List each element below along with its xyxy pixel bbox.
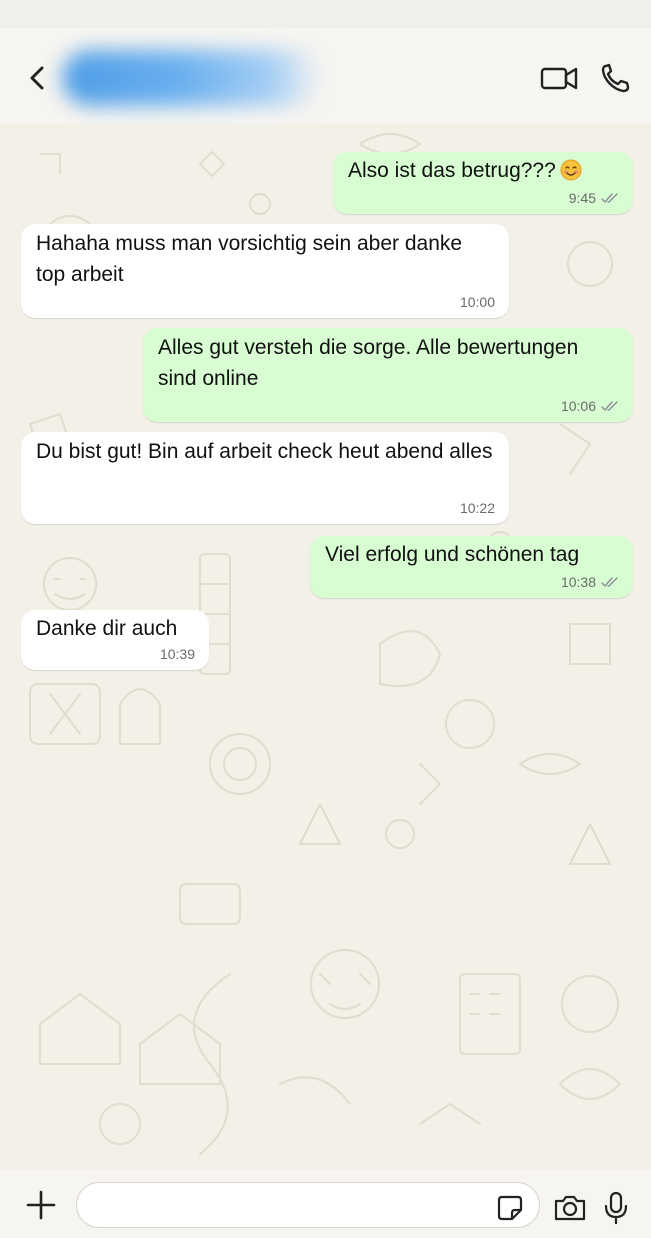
message-time: 10:22 bbox=[459, 500, 495, 516]
video-camera-icon[interactable] bbox=[539, 60, 579, 96]
message-text: Alles gut versteh die sorge. Alle bewert… bbox=[158, 336, 579, 390]
message-text: Also ist das betrug??? bbox=[348, 159, 556, 182]
status-bar-strip bbox=[0, 0, 651, 28]
phone-icon[interactable] bbox=[598, 60, 638, 96]
message-time: 10:39 bbox=[159, 646, 195, 662]
message-input[interactable] bbox=[97, 1191, 481, 1221]
contact-name-blurred[interactable] bbox=[62, 50, 322, 106]
message-meta: 10:22 bbox=[460, 500, 495, 516]
message-text: Du bist gut! Bin auf arbeit check heut a… bbox=[36, 440, 493, 463]
message-bubble-incoming[interactable]: Hahaha muss man vorsichtig sein aber dan… bbox=[21, 224, 509, 318]
message-bubble-incoming[interactable]: Du bist gut! Bin auf arbeit check heut a… bbox=[21, 432, 509, 524]
message-time: 10:06 bbox=[560, 398, 596, 414]
message-meta: 10:00 bbox=[460, 294, 495, 310]
sticker-icon[interactable] bbox=[496, 1194, 524, 1222]
message-bubble-outgoing[interactable]: Viel erfolg und schönen tag 10:38 bbox=[310, 536, 633, 598]
read-ticks-icon bbox=[601, 576, 618, 587]
message-meta: 10:39 bbox=[160, 646, 195, 662]
message-meta: 10:06 bbox=[561, 398, 619, 414]
message-bubble-outgoing[interactable]: Also ist das betrug??? 9:45 bbox=[333, 152, 633, 214]
message-text: Danke dir auch bbox=[36, 617, 178, 640]
message-bubble-incoming[interactable]: Danke dir auch 10:39 bbox=[21, 610, 209, 670]
message-bubble-outgoing[interactable]: Alles gut versteh die sorge. Alle bewert… bbox=[143, 328, 633, 422]
message-list[interactable]: Also ist das betrug??? 9:45 Hahaha muss … bbox=[0, 124, 651, 1170]
read-ticks-icon bbox=[601, 400, 618, 411]
plus-icon[interactable] bbox=[24, 1188, 58, 1222]
message-input-field[interactable] bbox=[76, 1182, 540, 1228]
chevron-left-icon[interactable] bbox=[22, 62, 54, 94]
microphone-icon[interactable] bbox=[602, 1190, 630, 1226]
read-ticks-icon bbox=[601, 192, 618, 203]
message-meta: 10:38 bbox=[561, 574, 619, 590]
message-meta: 9:45 bbox=[569, 190, 619, 206]
message-time: 9:45 bbox=[568, 190, 596, 206]
camera-icon[interactable] bbox=[552, 1192, 588, 1224]
chat-header bbox=[0, 28, 651, 125]
message-text: Viel erfolg und schönen tag bbox=[325, 543, 580, 566]
chat-screen: Also ist das betrug??? 9:45 Hahaha muss … bbox=[0, 0, 651, 1238]
message-text: Hahaha muss man vorsichtig sein aber dan… bbox=[36, 232, 463, 286]
message-time: 10:38 bbox=[560, 574, 596, 590]
smiling-face-emoji bbox=[560, 159, 582, 181]
message-time: 10:00 bbox=[459, 294, 495, 310]
